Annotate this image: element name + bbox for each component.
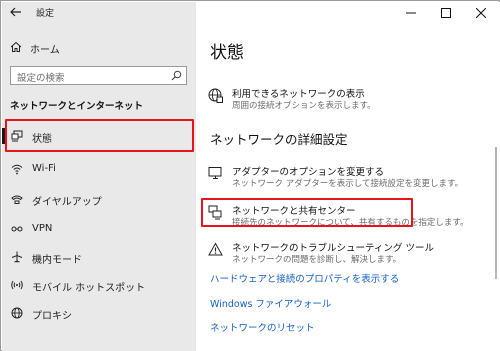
home-icon xyxy=(10,41,22,52)
app-title: 設定 xyxy=(36,9,55,19)
maximize-icon xyxy=(441,8,451,18)
window-controls xyxy=(390,2,500,24)
minimize-icon xyxy=(406,12,416,14)
highlight-box-status xyxy=(5,119,194,152)
network-reset-link[interactable]: ネットワークのリセット xyxy=(210,320,315,334)
advanced-settings-heading: ネットワークの詳細設定 xyxy=(210,132,348,147)
back-arrow-icon[interactable] xyxy=(9,5,23,19)
highlight-box-sharing-center xyxy=(201,198,413,227)
network-troubleshooter[interactable]: ネットワークのトラブルシューティング ツール ネットワークの問題を診断し、解決し… xyxy=(206,240,496,266)
entry-title: アダプターのオプションを変更する xyxy=(232,167,385,178)
sidebar-item-label: ダイヤルアップ xyxy=(32,197,102,208)
maximize-button[interactable] xyxy=(429,2,463,24)
page-title: 状態 xyxy=(210,43,244,63)
sidebar-item-vpn[interactable]: VPN xyxy=(2,218,196,240)
home-label: ホーム xyxy=(30,45,60,56)
sidebar-item-label: VPN xyxy=(32,223,53,234)
title-bar: 設定 xyxy=(2,2,196,24)
sidebar-item-dialup[interactable]: ダイヤルアップ xyxy=(2,188,196,210)
sidebar-item-wifi[interactable]: Wi-Fi xyxy=(2,158,196,180)
vpn-icon xyxy=(11,226,23,232)
sidebar-item-label: プロキシ xyxy=(32,311,72,322)
show-available-networks[interactable]: 利用できるネットワークの表示 周囲の接続オプションを表示します。 xyxy=(206,86,496,112)
home-nav[interactable]: ホーム xyxy=(2,36,196,58)
settings-window: 設定 ホーム 設定の検索 ネットワークとインターネット 状態 Wi-Fi ダイヤ… xyxy=(0,0,500,351)
airplane-icon xyxy=(11,251,23,263)
sidebar-item-label: Wi-Fi xyxy=(32,163,56,174)
entry-desc: ネットワークの問題を診断し、解決します。 xyxy=(232,255,402,265)
entry-desc: ネットワーク アダプターを表示して接続設定を変更します。 xyxy=(232,179,464,189)
minimize-button[interactable] xyxy=(394,2,428,24)
entry-title: 利用できるネットワークの表示 xyxy=(232,89,365,100)
scrollbar[interactable] xyxy=(495,147,497,279)
sidebar-item-proxy[interactable]: プロキシ xyxy=(2,302,196,324)
close-button[interactable] xyxy=(464,2,498,24)
warning-icon xyxy=(208,242,223,256)
change-adapter-options[interactable]: アダプターのオプションを変更する ネットワーク アダプターを表示して接続設定を変… xyxy=(206,164,496,190)
section-title: ネットワークとインターネット xyxy=(10,101,144,112)
dialup-icon xyxy=(11,195,23,204)
sidebar-item-airplane-mode[interactable]: 機内モード xyxy=(2,246,196,268)
search-placeholder: 設定の検索 xyxy=(17,73,65,84)
globe-icon xyxy=(11,307,23,319)
windows-firewall-link[interactable]: Windows ファイアウォール xyxy=(210,296,331,310)
main-pane: 状態 利用できるネットワークの表示 周囲の接続オプションを表示します。 ネットワ… xyxy=(196,2,500,351)
close-icon xyxy=(476,8,486,18)
sidebar-item-label: モバイル ホットスポット xyxy=(32,283,146,294)
hardware-properties-link[interactable]: ハードウェアと接続のプロパティを表示する xyxy=(210,271,399,285)
search-input[interactable]: 設定の検索 xyxy=(10,66,187,85)
sidebar-item-label: 機内モード xyxy=(32,255,82,266)
sidebar: 設定 ホーム 設定の検索 ネットワークとインターネット 状態 Wi-Fi ダイヤ… xyxy=(2,2,196,351)
sidebar-item-mobile-hotspot[interactable]: モバイル ホットスポット xyxy=(2,274,196,296)
entry-title: ネットワークのトラブルシューティング ツール xyxy=(232,243,434,254)
hotspot-icon xyxy=(11,280,23,290)
wifi-icon xyxy=(11,164,23,175)
entry-desc: 周囲の接続オプションを表示します。 xyxy=(232,101,376,111)
search-icon xyxy=(171,70,182,81)
adapter-icon xyxy=(208,167,222,179)
globe-network-icon xyxy=(208,88,223,103)
